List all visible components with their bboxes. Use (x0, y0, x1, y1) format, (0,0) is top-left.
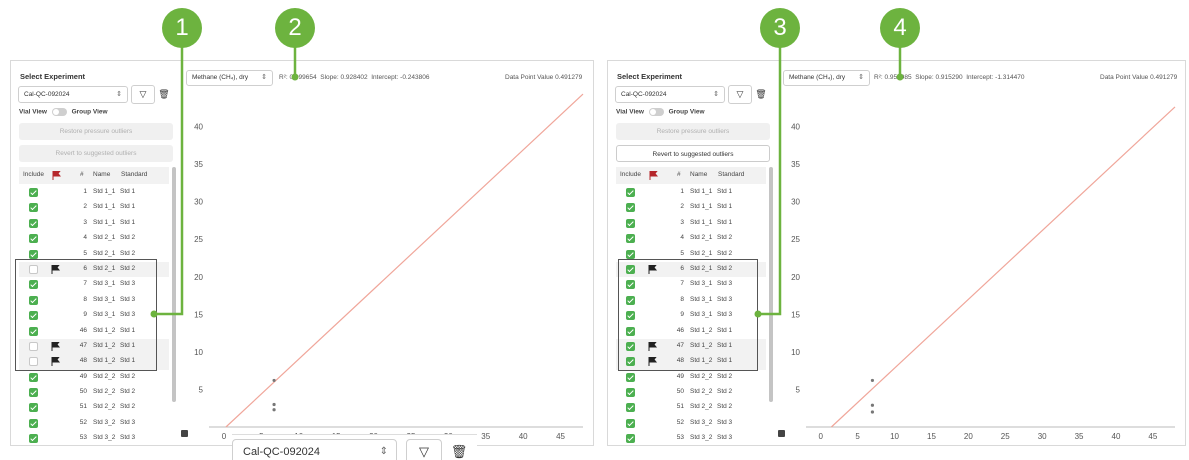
callout-1: 1 (162, 8, 202, 48)
x-tick-label: 35 (1075, 432, 1084, 441)
calibration-chart[interactable]: 510152025303540051015202530354045 (11, 61, 594, 446)
zoomed-filter-button[interactable]: ▽ (406, 439, 442, 460)
data-point[interactable] (870, 403, 875, 407)
y-tick-label: 25 (791, 235, 800, 244)
data-point[interactable] (272, 378, 276, 383)
x-tick-label: 20 (964, 432, 973, 441)
chart-options-icon[interactable] (181, 430, 188, 437)
chevron-updown-icon: ⇕ (379, 446, 388, 457)
x-tick-label: 45 (1148, 432, 1157, 441)
y-tick-label: 30 (194, 198, 203, 207)
y-tick-label: 5 (796, 385, 801, 394)
zoomed-delete-button[interactable]: 🗑 (446, 439, 472, 460)
y-tick-label: 35 (791, 160, 800, 169)
filter-icon: ▽ (419, 444, 429, 459)
x-tick-label: 10 (890, 432, 899, 441)
data-point[interactable] (272, 408, 276, 412)
calibration-chart[interactable]: 5 10 15 20 25 30 35 40 0 5 10 15 20 25 30 35 40 45 (608, 61, 1186, 446)
x-tick-label: 45 (556, 432, 565, 441)
y-tick-label: 40 (194, 123, 203, 132)
screenshot-stage: Select Experiment Cal-QC-092024 ⇕ ▽ 🗑 Vi… (0, 0, 1189, 460)
y-tick-label: 15 (194, 310, 203, 319)
y-tick-label: 10 (194, 348, 203, 357)
y-tick-label: 15 (791, 310, 800, 319)
zoomed-experiment-value: Cal-QC-092024 (243, 446, 321, 458)
y-tick-label: 30 (791, 198, 800, 207)
y-tick-label: 40 (791, 123, 800, 132)
chart-options-icon[interactable] (778, 430, 785, 437)
x-tick-label: 30 (1038, 432, 1047, 441)
zoomed-experiment-select[interactable]: Cal-QC-092024 ⇕ (232, 439, 397, 460)
data-point[interactable] (870, 378, 875, 383)
x-tick-label: 40 (1112, 432, 1121, 441)
fit-line (830, 106, 1176, 428)
outlier-highlight-box (15, 259, 157, 371)
y-tick-label: 25 (194, 235, 203, 244)
data-point[interactable] (272, 402, 276, 407)
x-tick-label: 25 (1001, 432, 1010, 441)
y-tick-label: 10 (791, 348, 800, 357)
x-tick-label: 0 (222, 432, 227, 441)
data-point[interactable] (870, 410, 875, 414)
y-tick-label: 35 (194, 160, 203, 169)
callout-3: 3 (760, 8, 800, 48)
callout-2: 2 (275, 8, 315, 48)
outlier-highlight-box (618, 259, 758, 371)
x-tick-label: 5 (855, 432, 860, 441)
trash-icon: 🗑 (450, 444, 468, 459)
y-tick-label: 20 (194, 273, 203, 282)
x-tick-label: 40 (519, 432, 528, 441)
x-tick-label: 0 (819, 432, 824, 441)
y-tick-label: 5 (199, 385, 204, 394)
x-tick-label: 15 (927, 432, 936, 441)
zoomed-experiment-toolbar: Cal-QC-092024 ⇕ ▽ 🗑 (232, 434, 477, 460)
y-tick-label: 20 (791, 273, 800, 282)
calibration-panel-after: Select Experiment Cal-QC-092024 ⇕ ▽ 🗑 Vi… (607, 60, 1186, 446)
x-tick-label: 35 (481, 432, 490, 441)
calibration-panel-before: Select Experiment Cal-QC-092024 ⇕ ▽ 🗑 Vi… (10, 60, 594, 446)
callout-4: 4 (880, 8, 920, 48)
fit-line (225, 93, 584, 428)
